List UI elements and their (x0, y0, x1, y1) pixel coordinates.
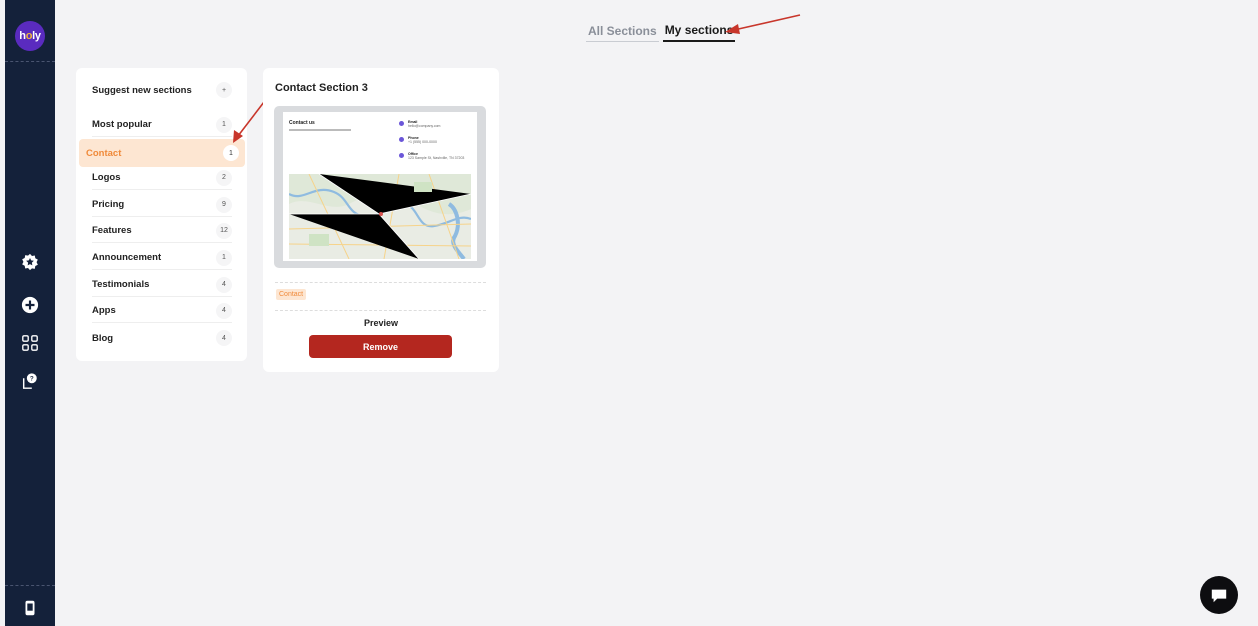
mail-icon (399, 121, 404, 126)
app-sidebar: h o ly ? (5, 0, 55, 626)
suggest-plus-icon[interactable]: + (216, 82, 232, 98)
category-item-pricing[interactable]: Pricing 9 (92, 193, 232, 217)
card-title: Contact Section 3 (275, 82, 368, 94)
category-label: Announcement (92, 252, 162, 263)
category-item-announcement[interactable]: Announcement 1 (92, 246, 232, 270)
category-count: 4 (216, 276, 232, 293)
thumb-contact-phone: Phone +1 (555) 000-0000 (399, 136, 437, 144)
category-count: 12 (216, 222, 232, 239)
thumbnail-canvas: Contact us Email hello@company.com Phone… (283, 112, 477, 261)
thumb-contact-value: 123 Sample St, Nashville, TN 37203 (408, 156, 465, 160)
logo-text-ly: ly (32, 30, 41, 42)
thumb-heading: Contact us (289, 120, 315, 126)
category-item-testimonials[interactable]: Testimonials 4 (92, 273, 232, 297)
category-item-blog[interactable]: Blog 4 (92, 326, 232, 350)
category-label: Contact (86, 147, 122, 159)
grid-icon[interactable] (18, 331, 42, 355)
star-badge-icon[interactable] (18, 250, 42, 274)
category-count: 1 (216, 116, 232, 133)
section-thumbnail[interactable]: Contact us Email hello@company.com Phone… (274, 106, 486, 268)
remove-button[interactable]: Remove (309, 335, 452, 358)
category-count: 1 (223, 145, 239, 161)
device-icon[interactable] (18, 596, 42, 620)
tab-my-sections[interactable]: My sections (662, 23, 736, 42)
thumb-contact-office: Office 123 Sample St, Nashville, TN 3720… (399, 152, 464, 160)
card-divider (275, 310, 486, 311)
tab-all-sections[interactable]: All Sections (586, 24, 659, 42)
category-count: 9 (216, 196, 232, 213)
holy-logo[interactable]: h o ly (15, 21, 45, 51)
category-item-most-popular[interactable]: Most popular 1 (92, 113, 232, 137)
add-circle-icon[interactable] (18, 293, 42, 317)
category-panel: Suggest new sections + Most popular 1 Co… (76, 68, 247, 361)
thumb-contact-value: hello@company.com (408, 124, 441, 128)
category-label: Logos (92, 172, 121, 183)
sidebar-divider-top (5, 61, 55, 62)
sidebar-divider-bottom (5, 585, 55, 586)
category-item-features[interactable]: Features 12 (92, 219, 232, 243)
category-tag: Contact (276, 289, 307, 300)
category-label: Pricing (92, 199, 125, 210)
thumb-contact-value: +1 (555) 000-0000 (408, 140, 437, 144)
thumb-subtext (289, 129, 351, 131)
thumb-contact-email: Email hello@company.com (399, 120, 440, 128)
category-count: 4 (216, 302, 232, 319)
preview-link[interactable]: Preview (263, 318, 499, 328)
phone-icon (399, 137, 404, 142)
category-label: Most popular (92, 119, 152, 130)
category-label: Testimonials (92, 279, 150, 290)
chat-bubble-icon (1211, 589, 1227, 603)
section-tabs: All Sections My sections (586, 23, 736, 42)
svg-text:?: ? (30, 376, 34, 383)
category-item-contact[interactable]: Contact 1 (79, 139, 245, 167)
map-image (289, 174, 471, 259)
category-label: Features (92, 225, 132, 236)
category-count: 1 (216, 249, 232, 266)
category-count: 2 (216, 169, 232, 186)
chat-help-icon[interactable]: ? (18, 369, 42, 393)
location-icon (399, 153, 404, 158)
section-card: Contact Section 3 Contact us Email hello… (263, 68, 499, 372)
category-label: Apps (92, 305, 116, 316)
suggest-sections-item[interactable]: Suggest new sections + (92, 78, 232, 102)
category-count: 4 (216, 330, 232, 346)
chat-launcher[interactable] (1200, 576, 1238, 614)
category-label: Blog (92, 332, 114, 344)
suggest-sections-label: Suggest new sections (92, 84, 192, 96)
category-item-logos[interactable]: Logos 2 (92, 166, 232, 190)
card-divider (275, 282, 486, 283)
category-item-apps[interactable]: Apps 4 (92, 299, 232, 323)
